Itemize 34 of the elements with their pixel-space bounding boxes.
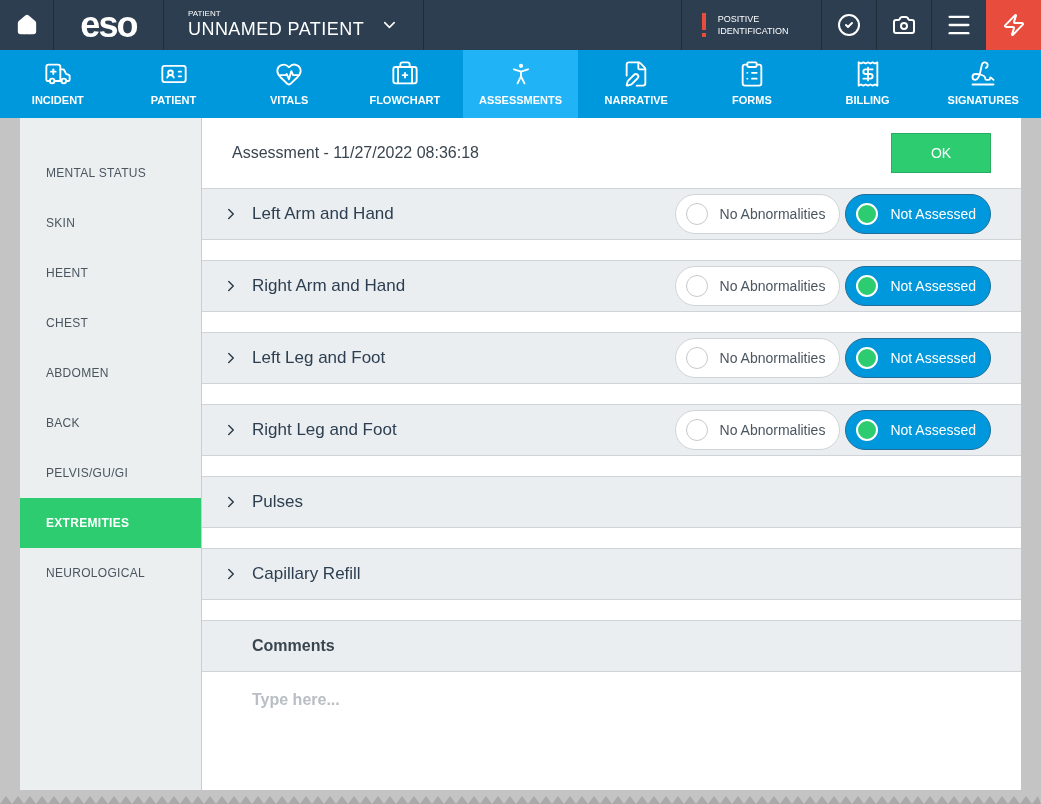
sidebar-item[interactable]: ABDOMEN — [20, 348, 201, 398]
section-header[interactable]: Pulses — [202, 476, 1021, 528]
radio-option[interactable]: No Abnormalities — [674, 410, 841, 450]
assessment-title: Assessment - 11/27/2022 08:36:18 — [232, 143, 479, 163]
comments-field[interactable]: Type here... — [202, 672, 1021, 790]
sidebar-item[interactable]: MENTAL STATUS — [20, 148, 201, 198]
radio-option[interactable]: No Abnormalities — [674, 266, 841, 306]
camera-icon — [892, 13, 916, 37]
section-header[interactable]: Right Arm and Hand No Abnormalities Not Assessed — [202, 260, 1021, 312]
exclamation-icon — [702, 13, 706, 37]
sidebar-item[interactable]: CHEST — [20, 298, 201, 348]
section-header[interactable]: Left Leg and Foot No Abnormalities Not Assessed — [202, 332, 1021, 384]
check-circle-icon — [837, 13, 861, 37]
lightning-icon — [1001, 13, 1026, 37]
section-label: Capillary Refill — [252, 563, 362, 586]
lightning-button[interactable] — [986, 0, 1041, 50]
logo: eso — [80, 7, 137, 43]
section-label: Right Arm and Hand — [252, 275, 407, 298]
sidebar-item[interactable]: PELVIS/GU/GI — [20, 448, 201, 498]
section-header[interactable]: Capillary Refill — [202, 548, 1021, 600]
sidebar-item[interactable]: NEUROLOGICAL — [20, 548, 201, 598]
sidebar-item[interactable]: HEENT — [20, 248, 201, 298]
section-header[interactable]: Right Leg and Foot No Abnormalities Not Assessed — [202, 404, 1021, 456]
sidebar-item[interactable]: BACK — [20, 398, 201, 448]
section-label: Right Leg and Foot — [252, 419, 398, 442]
comments-label: Comments — [252, 636, 335, 656]
home-icon — [15, 14, 38, 36]
section-label: Pulses — [252, 491, 305, 514]
radio-option[interactable]: No Abnormalities — [674, 338, 841, 378]
section-label: Left Leg and Foot — [252, 347, 387, 370]
section-label: Left Arm and Hand — [252, 203, 395, 226]
radio-option[interactable]: No Abnormalities — [674, 194, 841, 234]
section-header[interactable]: Left Arm and Hand No Abnormalities Not Assessed — [202, 188, 1021, 240]
sidebar-item[interactable]: SKIN — [20, 198, 201, 248]
